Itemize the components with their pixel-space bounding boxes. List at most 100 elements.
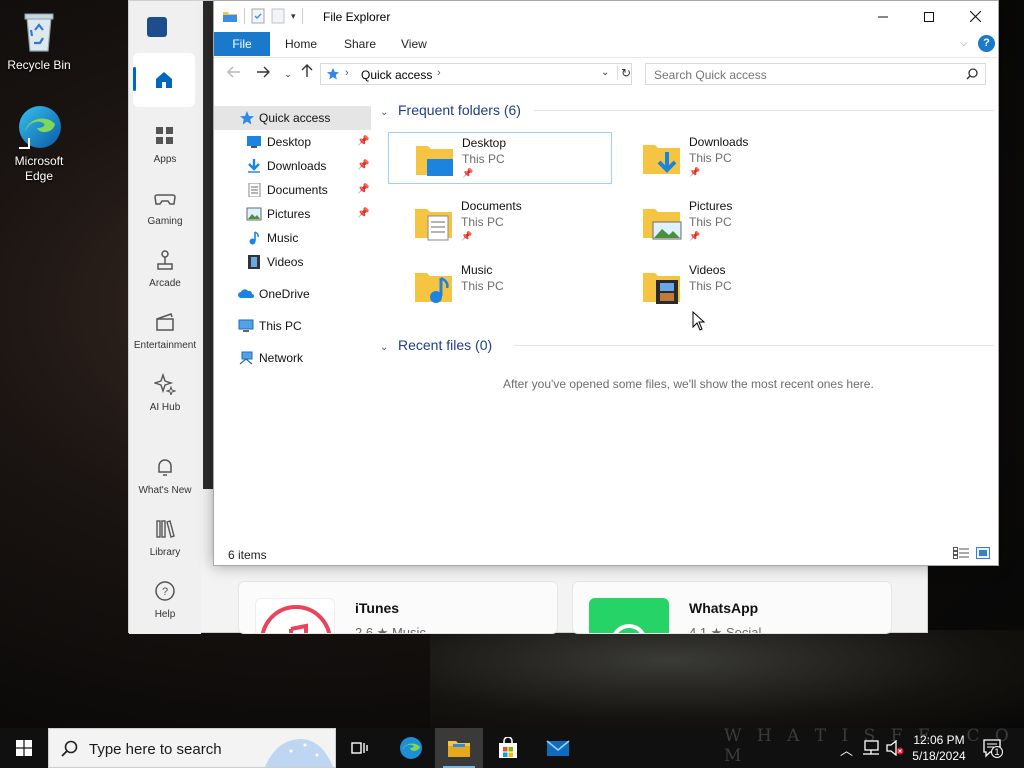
folder-tile-desktop[interactable]: Desktop This PC 📌	[388, 132, 612, 184]
folder-tile-pictures[interactable]: Pictures This PC 📌	[616, 196, 840, 248]
gamepad-icon	[154, 194, 176, 205]
maximize-button[interactable]	[906, 1, 952, 32]
windows-logo-icon	[16, 740, 32, 756]
star-icon	[327, 68, 339, 80]
home-icon	[156, 72, 172, 88]
folder-tile-downloads[interactable]: Downloads This PC 📌	[616, 132, 840, 184]
store-nav-apps[interactable]: Apps	[129, 125, 201, 165]
music-folder-icon	[415, 273, 452, 303]
nav-item-network[interactable]: Network	[214, 346, 371, 370]
store-app-card-whatsapp[interactable]: WhatsApp 4.1 ★ Social	[572, 581, 892, 634]
folder-tile-music[interactable]: Music This PC	[388, 260, 612, 312]
store-nav-ai-hub[interactable]: AI Hub	[129, 372, 201, 413]
taskbar-store-button[interactable]	[484, 728, 532, 768]
taskbar-file-explorer-button[interactable]	[435, 728, 483, 768]
search-input[interactable]	[654, 67, 954, 82]
desktop-icon-label: Microsoft Edge	[14, 154, 64, 183]
close-button[interactable]	[952, 1, 998, 32]
back-button[interactable]	[224, 64, 244, 84]
mail-icon	[546, 740, 570, 756]
file-explorer-window: ▾ File Explorer File Home Share View ⌵ ?…	[213, 0, 999, 566]
new-folder-icon[interactable]	[271, 8, 285, 24]
item-count: 6 items	[228, 548, 267, 562]
help-button[interactable]: ?	[978, 35, 995, 52]
store-nav-library[interactable]: Library	[129, 518, 201, 558]
arrow-up-icon	[301, 64, 313, 77]
window-title: File Explorer	[323, 10, 391, 24]
search-box[interactable]	[645, 63, 986, 85]
itunes-icon	[255, 598, 335, 633]
nav-item-quick-access[interactable]: Quick access	[214, 106, 371, 130]
pin-icon[interactable]: 📌	[461, 231, 472, 242]
details-view-icon[interactable]	[953, 547, 969, 559]
store-nav-whats-new[interactable]: What's New	[129, 456, 201, 496]
desktop-icon-edge[interactable]: Microsoft Edge	[1, 104, 77, 184]
pin-icon[interactable]: 📌	[357, 130, 369, 154]
edge-icon	[400, 737, 422, 759]
nav-item-music[interactable]: Music	[214, 226, 371, 250]
documents-folder-icon	[415, 209, 452, 241]
title-bar[interactable]: ▾ File Explorer	[214, 1, 998, 32]
breadcrumb-chevron-icon[interactable]: ›	[437, 67, 441, 79]
desktop-icon-recycle-bin[interactable]: Recycle Bin	[1, 8, 77, 73]
large-icons-view-icon[interactable]	[976, 547, 990, 559]
collapse-chevron-icon: ⌄	[380, 107, 389, 118]
properties-icon[interactable]	[251, 8, 265, 24]
nav-item-this-pc[interactable]: This PC	[214, 314, 371, 338]
forward-button[interactable]	[253, 64, 273, 84]
joystick-icon	[157, 250, 173, 270]
app-meta: 2.6 ★ Music	[355, 625, 426, 634]
help-circle-icon: ?	[155, 581, 175, 601]
svg-text:?: ?	[162, 586, 168, 598]
task-view-button[interactable]	[336, 728, 384, 768]
pin-icon[interactable]: 📌	[357, 202, 369, 226]
start-button[interactable]	[0, 728, 48, 768]
up-button[interactable]	[297, 64, 317, 84]
pin-icon[interactable]: 📌	[357, 154, 369, 178]
pin-icon[interactable]: 📌	[689, 167, 700, 178]
folder-tile-videos[interactable]: Videos This PC	[616, 260, 840, 312]
recent-locations-button[interactable]: ⌄	[278, 64, 298, 84]
nav-item-onedrive[interactable]: OneDrive	[214, 282, 371, 306]
nav-item-pictures[interactable]: Pictures 📌	[214, 202, 371, 226]
folder-tile-documents[interactable]: Documents This PC 📌	[388, 196, 612, 248]
nav-item-videos[interactable]: Videos	[214, 250, 371, 274]
task-view-icon	[351, 742, 368, 754]
sparkle-icon	[152, 372, 177, 397]
tab-view[interactable]: View	[387, 32, 441, 56]
store-app-card-itunes[interactable]: iTunes 2.6 ★ Music	[238, 581, 558, 634]
pin-icon[interactable]: 📌	[689, 231, 700, 242]
store-nav-help[interactable]: ? Help	[129, 580, 201, 620]
nav-item-downloads[interactable]: Downloads 📌	[214, 154, 371, 178]
minimize-button[interactable]	[860, 1, 906, 32]
taskbar-search-placeholder: Type here to search	[89, 741, 222, 758]
refresh-icon[interactable]: ↻	[617, 66, 631, 80]
music-note-icon	[249, 231, 259, 245]
group-header-recent[interactable]: ⌄ Recent files (0)	[380, 337, 492, 353]
customize-toolbar-icon[interactable]: ▾	[291, 11, 296, 22]
downloads-folder-icon	[643, 145, 680, 174]
pin-icon[interactable]: 📌	[462, 168, 473, 179]
address-dropdown-icon[interactable]: ⌄	[601, 67, 609, 78]
minimize-icon	[878, 16, 888, 17]
pin-icon[interactable]: 📌	[357, 178, 369, 202]
store-nav-arcade[interactable]: Arcade	[129, 249, 201, 289]
taskbar-search-box[interactable]: Type here to search	[48, 728, 336, 768]
tab-file[interactable]: File	[214, 32, 270, 56]
store-nav-entertainment[interactable]: Entertainment	[129, 311, 201, 351]
nav-item-documents[interactable]: Documents 📌	[214, 178, 371, 202]
taskbar-edge-button[interactable]	[387, 728, 435, 768]
group-header-frequent[interactable]: ⌄ Frequent folders (6)	[380, 102, 521, 118]
address-bar[interactable]: › Quick access › ⌄ ↻	[320, 63, 632, 85]
document-icon	[248, 183, 261, 197]
tab-share[interactable]: Share	[330, 32, 390, 56]
search-icon	[966, 68, 978, 80]
breadcrumb-quick-access[interactable]: Quick access	[361, 68, 432, 82]
recycle-bin-icon	[17, 8, 61, 54]
store-nav-gaming[interactable]: Gaming	[129, 187, 201, 227]
tab-home[interactable]: Home	[271, 32, 331, 56]
store-nav-home[interactable]	[133, 53, 195, 107]
nav-item-desktop[interactable]: Desktop 📌	[214, 130, 371, 154]
expand-ribbon-icon[interactable]: ⌵	[960, 38, 968, 49]
taskbar-mail-button[interactable]	[534, 728, 582, 768]
